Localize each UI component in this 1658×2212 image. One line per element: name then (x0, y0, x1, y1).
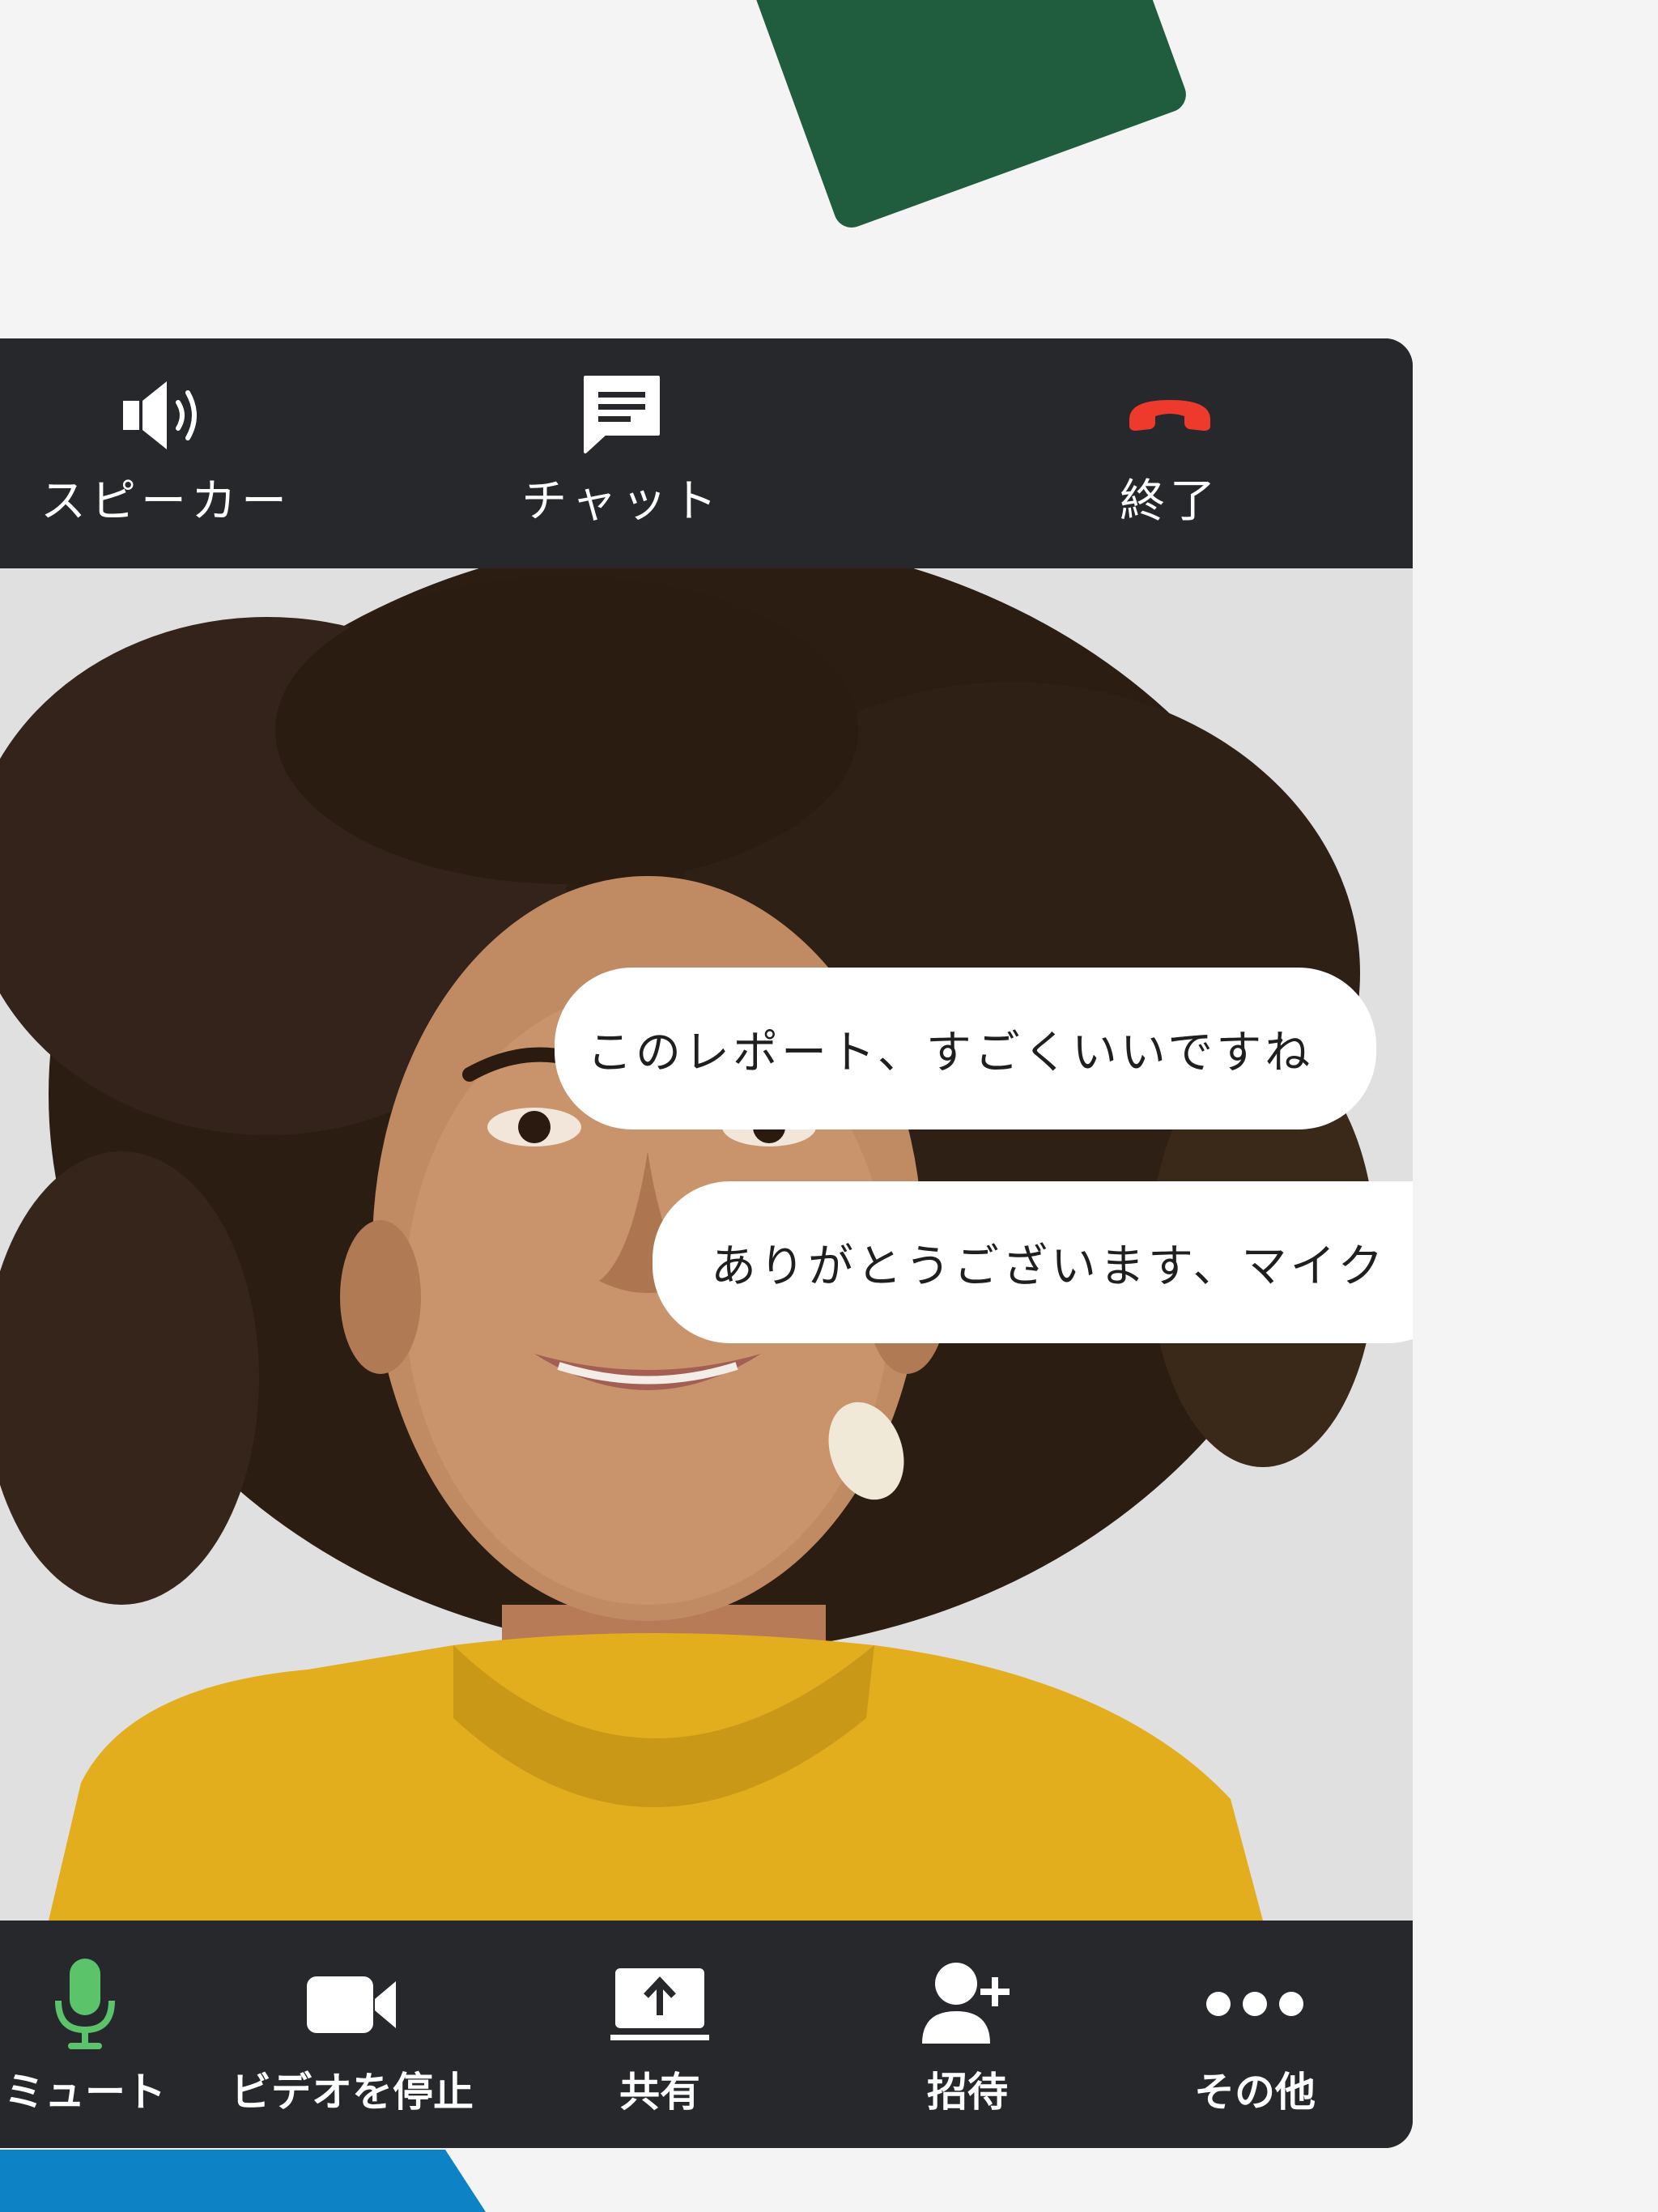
share-label: 共有 (619, 2069, 700, 2116)
add-person-icon (919, 1959, 1016, 2048)
speaker-button[interactable]: スピーカー (24, 371, 308, 530)
more-label: その他 (1194, 2069, 1316, 2116)
end-label: 終了 (1120, 475, 1220, 528)
speaker-label: スピーカー (40, 475, 291, 528)
chat-icon (577, 371, 666, 460)
chat-label: チャット (521, 475, 722, 528)
more-button[interactable]: その他 (1158, 1959, 1352, 2118)
chat-message-text: ありがとうございます、マイク (711, 1240, 1387, 1293)
invite-button[interactable]: 招待 (874, 1959, 1061, 2118)
stop-video-label: ビデオを停止 (231, 2069, 474, 2116)
decorative-blue-shape (0, 2150, 486, 2212)
share-button[interactable]: 共有 (567, 1959, 753, 2118)
bottom-toolbar: ミュート ビデオを停止 共有 招待 その他 (0, 1921, 1413, 2148)
chat-bubble-incoming: このレポート、すごくいいですね (555, 968, 1376, 1129)
chat-bubble-outgoing: ありがとうございます、マイク (653, 1181, 1413, 1343)
share-screen-icon (607, 1959, 712, 2048)
phone-hangup-icon (1121, 371, 1218, 460)
more-dots-icon (1202, 1959, 1307, 2048)
participant-video: このレポート、すごくいいですね ありがとうございます、マイク (0, 568, 1413, 1921)
chat-button[interactable]: チャット (500, 371, 743, 530)
end-call-button[interactable]: 終了 (1056, 371, 1283, 530)
mute-button[interactable]: ミュート (0, 1959, 186, 2118)
top-toolbar: スピーカー チャット 終了 (0, 338, 1413, 568)
decorative-green-shape (735, 0, 1192, 233)
invite-label: 招待 (927, 2069, 1008, 2116)
mute-label: ミュート (4, 2069, 166, 2116)
stop-video-button[interactable]: ビデオを停止 (219, 1959, 486, 2118)
microphone-icon (49, 1959, 121, 2049)
video-call-window: スピーカー チャット 終了 このレポート、すごくいいですね ありがとうございます… (0, 338, 1413, 2148)
video-camera-icon (304, 1959, 401, 2048)
speaker-icon (113, 371, 219, 460)
chat-message-text: このレポート、すごくいいですね (587, 1026, 1314, 1079)
